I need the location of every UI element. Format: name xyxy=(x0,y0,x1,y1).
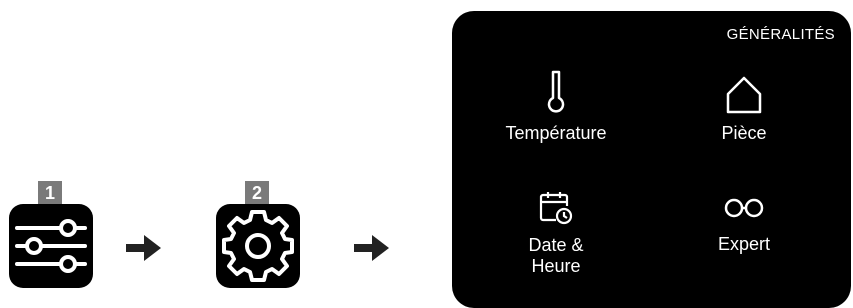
calendar-clock-icon xyxy=(539,192,573,225)
menu-item-expert[interactable]: Expert xyxy=(674,197,814,255)
menu-label-temperature: Température xyxy=(505,123,607,143)
screen-title: GÉNÉRALITÉS xyxy=(726,26,835,43)
arrow-right-icon xyxy=(126,235,161,261)
device-screen: GÉNÉRALITÉS Température Pièce Date & Heu… xyxy=(452,11,851,308)
menu-item-piece[interactable]: Pièce xyxy=(674,75,814,144)
menu-label-heure: Heure xyxy=(531,256,581,276)
menu-label-date: Date & xyxy=(528,235,584,255)
step-1-badge: 1 xyxy=(38,181,62,205)
sliders-icon xyxy=(15,219,87,273)
menu-label-piece: Pièce xyxy=(721,123,767,143)
step-2-badge: 2 xyxy=(245,181,269,205)
settings-app-icon[interactable] xyxy=(216,204,300,288)
menu-item-temperature[interactable]: Température xyxy=(486,68,626,144)
sliders-app-icon[interactable] xyxy=(9,204,93,288)
arrow-right-icon xyxy=(354,235,389,261)
gear-icon xyxy=(222,210,294,282)
menu-label-expert: Expert xyxy=(717,234,771,254)
thermometer-icon xyxy=(547,70,565,113)
house-icon xyxy=(726,76,762,114)
glasses-icon xyxy=(724,198,764,218)
menu-item-date-heure[interactable]: Date & Heure xyxy=(486,190,626,277)
